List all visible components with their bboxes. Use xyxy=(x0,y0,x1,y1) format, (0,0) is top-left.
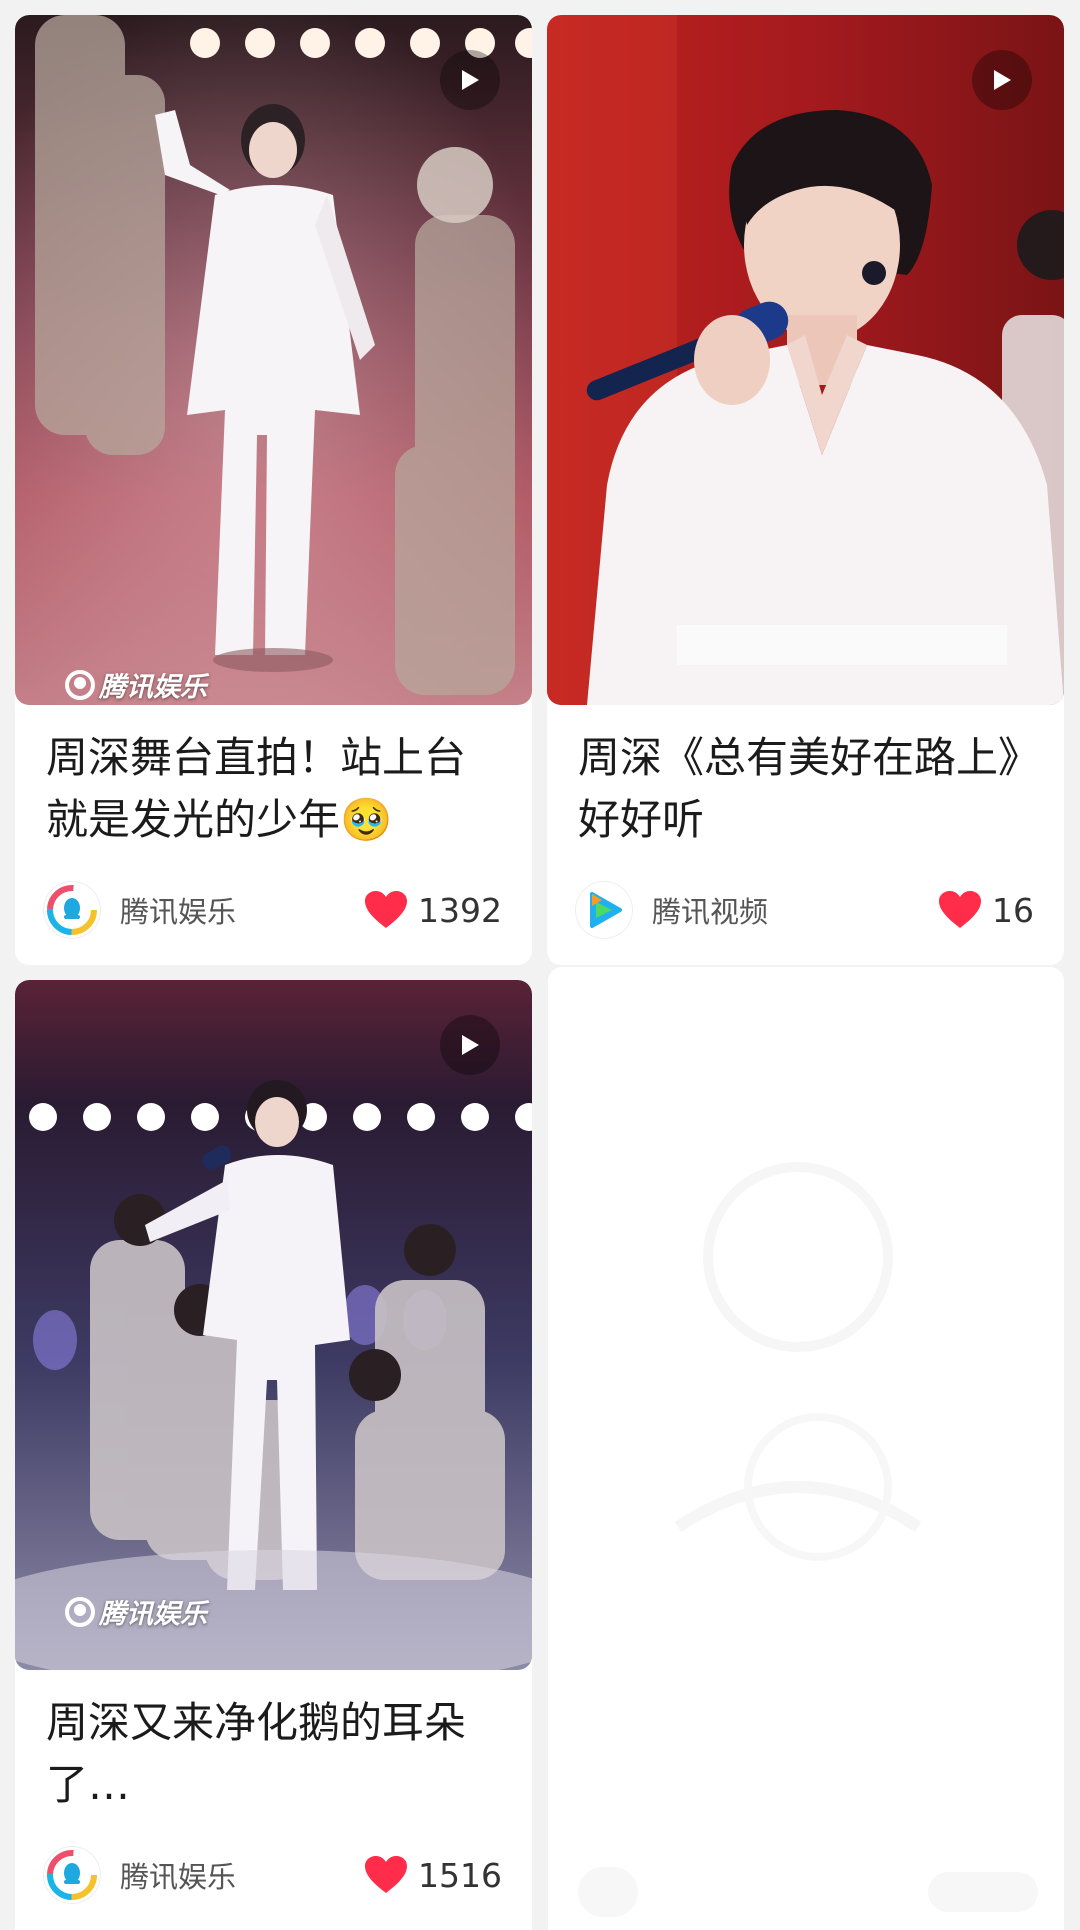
video-card-1[interactable]: 腾讯娱乐 周深舞台直拍！站上台就是发光的少年🥹 腾讯娱乐 1392 xyxy=(15,15,532,965)
avatar[interactable] xyxy=(44,882,100,938)
video-card-3[interactable]: 腾讯娱乐 周深又来净化鹅的耳朵了… 腾讯娱乐 1516 xyxy=(15,980,532,1930)
heart-icon xyxy=(365,891,408,928)
card-footer: 腾讯娱乐 1392 xyxy=(44,881,502,939)
play-button[interactable] xyxy=(440,1015,500,1075)
heart-icon xyxy=(939,891,981,928)
stage-performance-image xyxy=(15,980,532,1670)
like-button[interactable]: 16 xyxy=(938,890,1034,930)
video-title[interactable]: 周深舞台直拍！站上台就是发光的少年🥹 xyxy=(46,727,504,851)
source-name[interactable]: 腾讯娱乐 xyxy=(120,889,364,931)
heart-icon xyxy=(365,1856,408,1893)
loading-card-placeholder xyxy=(548,967,1064,1930)
like-button[interactable]: 1392 xyxy=(364,890,502,930)
play-button[interactable] xyxy=(972,50,1032,110)
play-icon xyxy=(462,70,479,90)
stage-performance-image xyxy=(15,15,532,705)
faded-content-placeholder xyxy=(578,1162,1038,1917)
video-title[interactable]: 周深又来净化鹅的耳朵了… xyxy=(46,1692,504,1816)
source-watermark: 腾讯娱乐 xyxy=(65,665,207,704)
source-name[interactable]: 腾讯视频 xyxy=(652,889,938,931)
avatar[interactable] xyxy=(576,882,632,938)
play-icon xyxy=(994,70,1011,90)
video-card-2[interactable]: 周深《总有美好在路上》好好听 腾讯视频 16 xyxy=(547,15,1064,965)
source-watermark: 腾讯娱乐 xyxy=(65,1592,207,1631)
play-button[interactable] xyxy=(440,50,500,110)
avatar[interactable] xyxy=(44,1847,100,1903)
source-name[interactable]: 腾讯娱乐 xyxy=(120,1854,364,1896)
video-title[interactable]: 周深《总有美好在路上》好好听 xyxy=(578,727,1036,851)
tencent-video-icon xyxy=(590,892,622,928)
like-count: 1516 xyxy=(418,1855,502,1895)
like-button[interactable]: 1516 xyxy=(364,1855,502,1895)
like-count: 16 xyxy=(992,890,1034,930)
tencent-entertainment-icon xyxy=(47,1850,97,1900)
video-thumbnail[interactable] xyxy=(547,15,1064,705)
play-icon xyxy=(462,1035,479,1055)
tencent-entertainment-icon xyxy=(47,885,97,935)
tencent-entertainment-icon xyxy=(65,1596,95,1627)
like-count: 1392 xyxy=(418,890,502,930)
video-thumbnail[interactable]: 腾讯娱乐 xyxy=(15,980,532,1670)
singer-closeup-image xyxy=(547,15,1064,705)
card-footer: 腾讯视频 16 xyxy=(576,881,1034,939)
card-footer: 腾讯娱乐 1516 xyxy=(44,1846,502,1904)
tencent-entertainment-icon xyxy=(65,669,95,700)
video-thumbnail[interactable]: 腾讯娱乐 xyxy=(15,15,532,705)
